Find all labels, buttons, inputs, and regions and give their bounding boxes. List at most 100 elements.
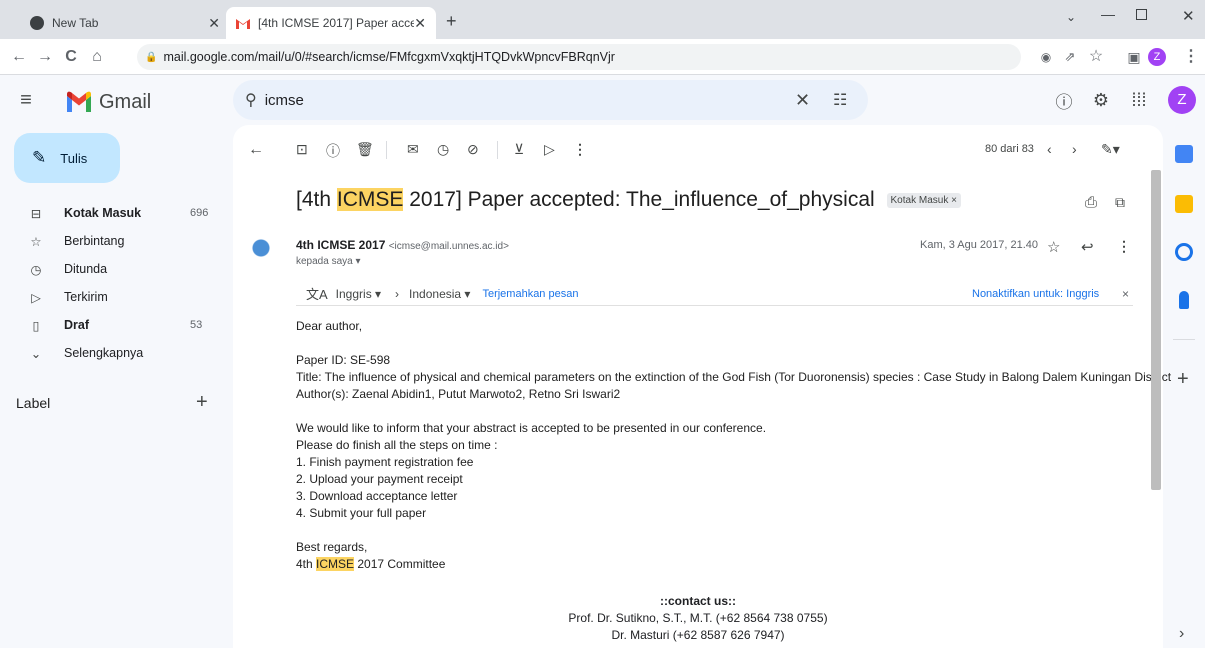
apps-grid-icon[interactable]: ⁞⁞⁞	[1127, 88, 1151, 112]
contact-heading: ::contact us::	[660, 594, 736, 608]
tab-gmail[interactable]: [4th ICMSE 2017] Paper accepte ✕	[226, 7, 436, 39]
sidebar-item-label: Selengkapnya	[64, 346, 144, 360]
help-icon[interactable]: ⓘ	[1052, 88, 1076, 112]
sidebar-item-label: Terkirim	[64, 290, 108, 304]
clear-search-icon[interactable]: ✕	[795, 90, 810, 111]
draft-count: 53	[190, 319, 203, 331]
gmail-header: ≡ Gmail ⚲ icmse ✕ ☷ ⓘ ⚙ ⁞⁞⁞ Z	[0, 75, 1205, 125]
input-tools-icon[interactable]: ✎▾	[1101, 141, 1120, 159]
minimize-button[interactable]: —	[1101, 6, 1115, 22]
dismiss-translate-icon[interactable]: ×	[1122, 287, 1129, 301]
archive-icon[interactable]: ⊡	[296, 141, 314, 159]
search-options-icon[interactable]: ☷	[833, 90, 847, 110]
restore-button[interactable]	[1136, 9, 1147, 20]
sender-name[interactable]: 4th ICMSE 2017	[296, 238, 385, 252]
chevron-down-icon: ⌄	[30, 346, 42, 361]
bookmark-star-icon[interactable]: ☆	[1087, 48, 1105, 66]
side-panel-icon[interactable]: ▣	[1125, 48, 1143, 66]
body-paper-id: Paper ID: SE-598	[296, 353, 391, 367]
search-highlight: ICMSE	[316, 557, 355, 571]
gmail-logo-icon	[67, 91, 91, 112]
label-icon[interactable]: ▷	[544, 141, 562, 159]
tasks-icon[interactable]	[1175, 243, 1193, 261]
recipient-details[interactable]: kepada saya ▾	[296, 256, 361, 267]
signature-prefix: 4th	[296, 557, 317, 571]
delete-icon[interactable]: 🗑	[356, 141, 374, 159]
sender-email: <icmse@mail.unnes.ac.id>	[388, 241, 509, 252]
body-authors: Author(s): Zaenal Abidin1, Putut Marwoto…	[296, 387, 621, 401]
forward-icon[interactable]: →	[36, 48, 54, 66]
disable-translate-link[interactable]: Nonaktifkan untuk: Inggris	[972, 288, 1099, 300]
pagination-text: 80 dari 83	[985, 143, 1034, 155]
sidebar-item-starred[interactable]: ☆ Berbintang	[0, 227, 220, 255]
message-more-icon[interactable]: ⋮	[1117, 238, 1135, 256]
calendar-icon[interactable]	[1175, 145, 1193, 163]
address-bar[interactable]: 🔒 mail.google.com/mail/u/0/#search/icmse…	[137, 44, 1021, 70]
tab-close-icon[interactable]: ✕	[414, 15, 426, 32]
draft-icon: ▯	[32, 318, 40, 333]
body-signature: 4th ICMSE 2017 Committee	[296, 556, 1146, 573]
message-body: Dear author, Paper ID: SE-598 Title: The…	[296, 318, 1171, 573]
snooze-icon[interactable]: ◷	[437, 141, 455, 159]
back-to-list-icon[interactable]: ←	[248, 141, 266, 159]
get-addons-icon[interactable]: +	[1177, 368, 1189, 391]
body-step: 4. Submit your full paper	[296, 506, 427, 520]
contacts-icon[interactable]	[1179, 291, 1189, 309]
new-tab-button[interactable]: +	[446, 11, 457, 32]
close-window-button[interactable]: ✕	[1182, 7, 1195, 25]
older-icon[interactable]: ›	[1072, 141, 1090, 159]
sidebar-item-more[interactable]: ⌄ Selengkapnya	[0, 339, 220, 367]
sidebar-item-inbox[interactable]: ⊟ Kotak Masuk 696	[0, 199, 220, 227]
body-step: 2. Upload your payment receipt	[296, 472, 463, 486]
reload-icon[interactable]: C	[62, 48, 80, 66]
print-icon[interactable]: ⎙	[1085, 194, 1103, 212]
send-icon: ▷	[31, 290, 41, 305]
reply-icon[interactable]: ↩	[1081, 238, 1099, 256]
inbox-icon: ⊟	[30, 206, 42, 221]
sidebar-item-drafts[interactable]: ▯ Draf 53	[0, 311, 220, 339]
search-bar[interactable]: ⚲ icmse ✕ ☷	[233, 80, 868, 120]
move-to-icon[interactable]: ⊻	[514, 141, 532, 159]
star-message-icon[interactable]: ☆	[1047, 238, 1065, 256]
search-icon[interactable]: ⚲	[245, 90, 257, 110]
browser-menu-icon[interactable]: ⋮	[1182, 48, 1200, 66]
tab-title: [4th ICMSE 2017] Paper accepte	[258, 16, 415, 30]
show-side-panel-icon[interactable]: ›	[1179, 625, 1184, 643]
unread-count: 696	[190, 207, 209, 219]
settings-gear-icon[interactable]: ⚙	[1089, 88, 1113, 112]
more-options-icon[interactable]: ⋮	[573, 141, 591, 159]
add-to-tasks-icon[interactable]: ⊘	[467, 141, 485, 159]
message-scrollbar[interactable]	[1151, 170, 1161, 490]
report-spam-icon[interactable]: ⓘ	[326, 141, 344, 159]
open-new-window-icon[interactable]: ⧉	[1115, 194, 1133, 212]
target-language-select[interactable]: Indonesia ▾	[409, 287, 470, 301]
compose-button[interactable]: ✎ Tulis	[14, 133, 120, 183]
sender-avatar	[245, 232, 277, 264]
tab-new-tab[interactable]: New Tab ✕	[20, 7, 230, 39]
newer-icon[interactable]: ‹	[1047, 141, 1065, 159]
sidebar-item-sent[interactable]: ▷ Terkirim	[0, 283, 220, 311]
translate-message-link[interactable]: Terjemahkan pesan	[482, 288, 578, 300]
source-language-select[interactable]: Inggris ▾	[336, 287, 381, 301]
tab-search-icon[interactable]: ⌄	[1066, 10, 1076, 24]
search-input[interactable]: icmse	[265, 92, 304, 109]
label-chip-inbox[interactable]: Kotak Masuk ×	[886, 192, 961, 208]
tab-close-icon[interactable]: ✕	[208, 15, 220, 32]
gmail-favicon-icon	[236, 18, 250, 29]
back-icon[interactable]: ←	[10, 48, 28, 66]
sidebar-item-snoozed[interactable]: ◷ Ditunda	[0, 255, 220, 283]
profile-avatar[interactable]: Z	[1148, 48, 1166, 66]
account-avatar[interactable]: Z	[1168, 86, 1196, 114]
share-icon[interactable]: ⇗	[1061, 48, 1079, 66]
contact-block: ::contact us:: Prof. Dr. Sutikno, S.T., …	[233, 593, 1163, 644]
add-label-icon[interactable]: +	[196, 391, 208, 414]
keep-icon[interactable]	[1175, 195, 1193, 213]
compose-label: Tulis	[60, 150, 88, 166]
home-icon[interactable]: ⌂	[88, 48, 106, 66]
translate-icon: 文A	[306, 287, 328, 302]
lock-icon: 🔒	[145, 51, 158, 63]
main-menu-icon[interactable]: ≡	[14, 88, 38, 112]
location-icon[interactable]: ◉	[1037, 48, 1055, 66]
body-steps-intro: Please do finish all the steps on time :	[296, 438, 498, 452]
mark-unread-icon[interactable]: ✉	[407, 141, 425, 159]
